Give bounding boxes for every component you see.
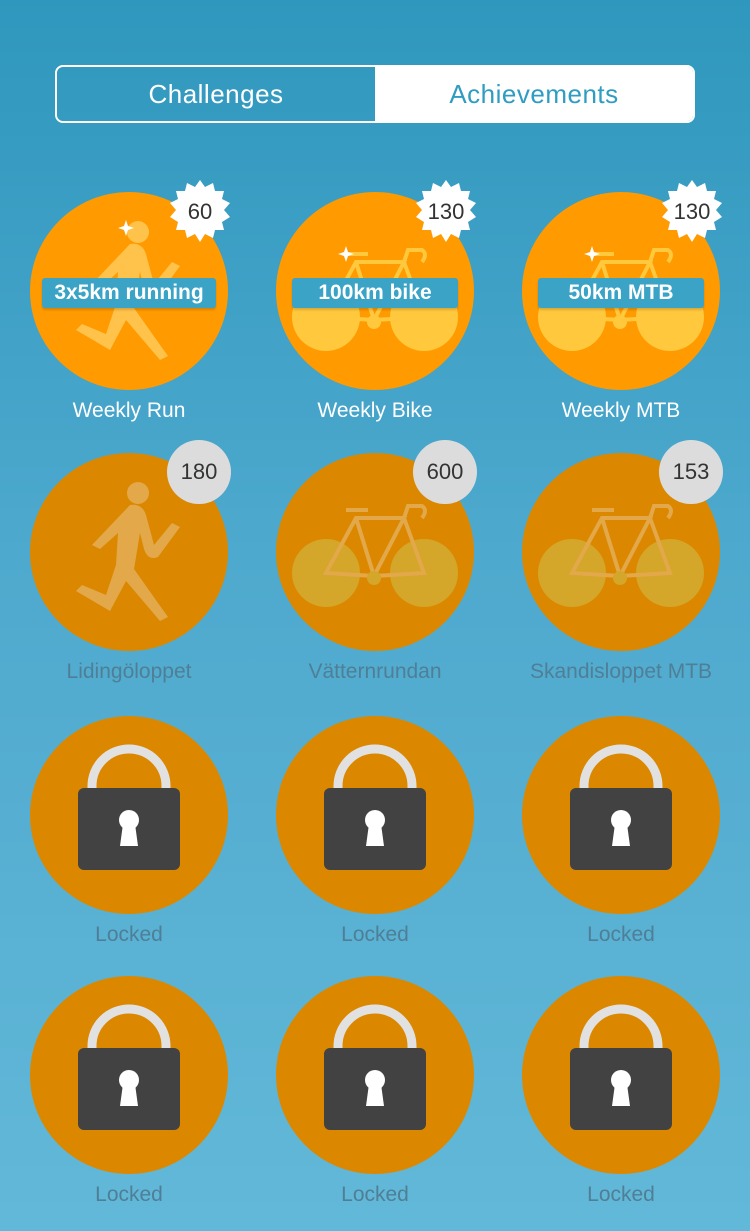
padlock-icon [78, 1004, 180, 1130]
achievement-circle [276, 976, 474, 1174]
points-badge: 60 [167, 179, 233, 245]
achievements-grid: 3x5km running 60 Weekly Run 100km bike 1… [0, 0, 750, 1231]
achievement-circle [522, 976, 720, 1174]
points-badge: 180 [167, 440, 231, 504]
challenge-banner: 50km MTB [538, 278, 704, 308]
challenge-banner: 100km bike [292, 278, 458, 308]
achievement-circle [522, 716, 720, 914]
challenge-banner: 3x5km running [42, 278, 216, 308]
points-value: 153 [672, 459, 710, 484]
padlock-icon [78, 744, 180, 870]
achievement-label: Locked [341, 1183, 409, 1206]
padlock-icon [570, 1004, 672, 1130]
points-badge: 130 [413, 179, 479, 245]
achievement-label: Skandisloppet MTB [529, 660, 713, 683]
padlock-icon [324, 744, 426, 870]
achievement-label: Weekly Run [72, 399, 186, 422]
achievement-circle [30, 716, 228, 914]
points-value: 600 [426, 459, 464, 484]
points-badge: 153 [659, 440, 723, 504]
achievement-label: Locked [341, 923, 409, 946]
achievement-label: Vätternrundan [308, 660, 442, 683]
points-value: 60 [187, 199, 213, 224]
achievement-label: Locked [95, 923, 163, 946]
achievement-circle [30, 976, 228, 1174]
achievement-label: Lidingöloppet [66, 660, 192, 683]
achievement-label: Locked [587, 1183, 655, 1206]
points-badge: 600 [413, 440, 477, 504]
padlock-icon [324, 1004, 426, 1130]
points-value: 130 [673, 199, 711, 224]
achievement-circle [276, 716, 474, 914]
points-badge: 130 [659, 179, 725, 245]
achievement-label: Locked [587, 923, 655, 946]
points-value: 180 [180, 459, 218, 484]
points-value: 130 [427, 199, 465, 224]
achievement-label: Locked [95, 1183, 163, 1206]
achievement-label: Weekly MTB [561, 399, 681, 422]
padlock-icon [570, 744, 672, 870]
achievement-label: Weekly Bike [317, 399, 433, 422]
